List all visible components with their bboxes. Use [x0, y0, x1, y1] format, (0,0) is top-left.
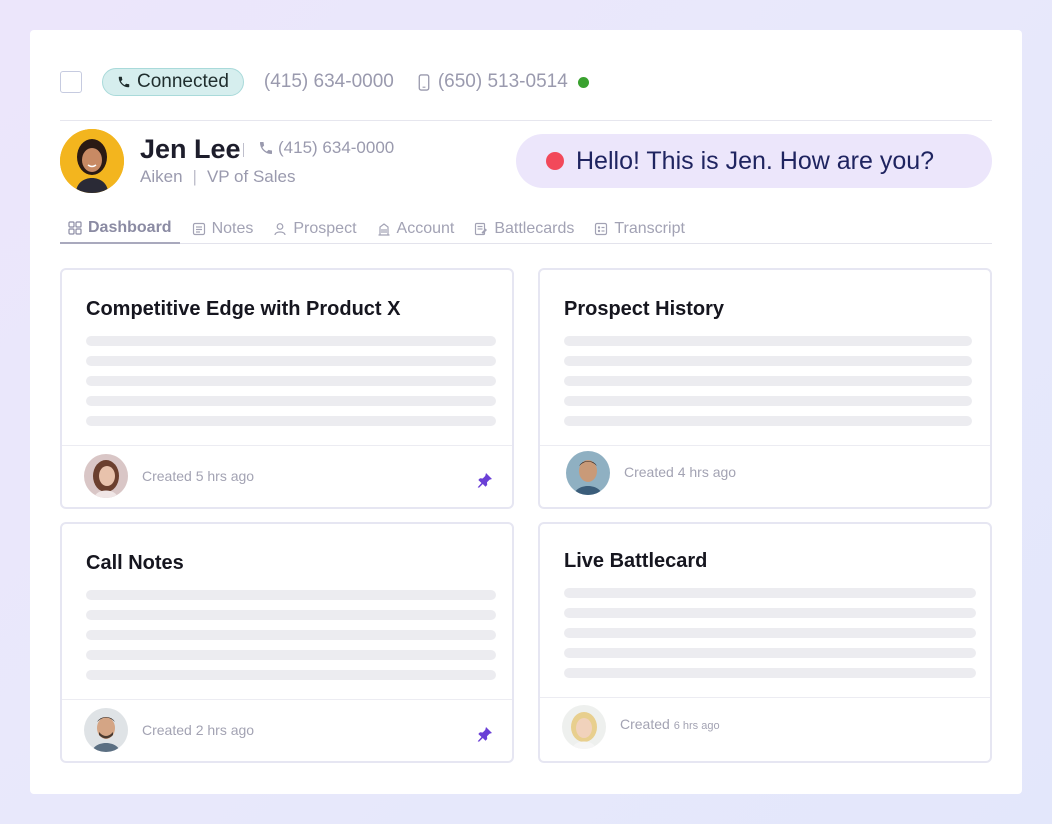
card-footer: Created 4 hrs ago — [540, 445, 990, 507]
phone-icon — [118, 76, 130, 88]
tab-label: Battlecards — [494, 220, 575, 237]
placeholder-line — [86, 670, 496, 680]
call-bar: Connected (415) 634-0000 (650) 513-0514 — [60, 68, 992, 96]
transcript-icon — [595, 222, 608, 236]
placeholder-line — [564, 608, 976, 618]
placeholder-line — [564, 628, 976, 638]
select-checkbox[interactable] — [60, 71, 82, 93]
created-time: Created 5 hrs ago — [142, 468, 255, 484]
card-title: Call Notes — [86, 552, 184, 574]
placeholder-line — [86, 610, 496, 620]
tab-bar: Dashboard Notes Prospect Account Battlec… — [60, 214, 992, 244]
card-title: Live Battlecard — [564, 550, 708, 572]
header-divider — [60, 120, 992, 121]
card-competitive-edge[interactable]: Competitive Edge with Product X Created … — [60, 268, 514, 509]
placeholder-line — [564, 416, 972, 426]
card-footer: Created 2 hrs ago — [62, 699, 512, 761]
placeholder-line — [86, 396, 496, 406]
contact-subline: Aiken | VP of Sales — [140, 167, 295, 187]
online-status-dot — [577, 76, 589, 88]
contact-phone-number: (415) 634-0000 — [278, 138, 395, 157]
building-icon — [378, 223, 390, 236]
phone-icon — [260, 142, 272, 154]
tab-battlecards[interactable]: Battlecards — [466, 214, 582, 244]
mobile-phone[interactable]: (650) 513-0514 — [438, 71, 568, 93]
contact-company: Aiken — [140, 167, 183, 186]
card-prospect-history[interactable]: Prospect History Created 4 hrs ago — [538, 268, 992, 509]
person-icon — [274, 223, 286, 236]
placeholder-line — [564, 588, 976, 598]
tab-transcript[interactable]: Transcript — [586, 214, 693, 244]
placeholder-line — [564, 376, 972, 386]
pin-icon[interactable] — [476, 725, 494, 743]
placeholder-line — [86, 336, 496, 346]
placeholder-line — [86, 650, 496, 660]
placeholder-line — [564, 648, 976, 658]
tab-label: Dashboard — [88, 219, 172, 236]
contact-phone[interactable]: (415) 634-0000 — [258, 138, 394, 158]
card-footer: Created 6 hrs ago — [540, 697, 990, 761]
primary-phone[interactable]: (415) 634-0000 — [264, 71, 394, 93]
tab-label: Notes — [211, 220, 254, 237]
connected-label: Connected — [137, 71, 229, 92]
grid-icon — [68, 221, 82, 235]
placeholder-line — [86, 376, 496, 386]
created-time: Created 2 hrs ago — [142, 722, 255, 738]
author-avatar — [84, 454, 128, 498]
document-icon — [192, 222, 205, 236]
app-frame: Connected (415) 634-0000 (650) 513-0514 … — [30, 30, 1022, 794]
tab-dashboard[interactable]: Dashboard — [60, 214, 180, 244]
placeholder-line — [86, 416, 496, 426]
transcript-text: Hello! This is Jen. How are you? — [576, 146, 935, 175]
tab-label: Account — [396, 220, 455, 237]
card-footer: Created 5 hrs ago — [62, 445, 512, 507]
tab-label: Prospect — [293, 220, 357, 237]
name-separator — [243, 143, 244, 157]
contact-title: VP of Sales — [206, 167, 296, 186]
tab-account[interactable]: Account — [369, 214, 463, 244]
recording-dot — [546, 152, 564, 170]
card-title: Competitive Edge with Product X — [86, 298, 401, 320]
author-avatar — [562, 705, 606, 749]
placeholder-line — [86, 630, 496, 640]
battlecard-icon — [475, 222, 488, 236]
tab-prospect[interactable]: Prospect — [265, 214, 364, 244]
created-time: Created 6 hrs ago — [620, 716, 720, 732]
card-live-battlecard[interactable]: Live Battlecard Created 6 hrs ago — [538, 522, 992, 763]
placeholder-line — [564, 356, 972, 366]
placeholder-line — [86, 590, 496, 600]
card-call-notes[interactable]: Call Notes Created 2 hrs ago — [60, 522, 514, 763]
live-transcript-bubble: Hello! This is Jen. How are you? — [516, 134, 992, 188]
connected-badge: Connected — [102, 68, 244, 96]
subline-separator: | — [192, 167, 197, 186]
author-avatar — [84, 708, 128, 752]
placeholder-line — [564, 668, 976, 678]
contact-avatar — [60, 129, 124, 193]
mobile-phone-icon — [418, 73, 430, 91]
contact-name: Jen Lee — [140, 134, 241, 164]
pin-icon[interactable] — [476, 471, 494, 489]
created-time: Created 4 hrs ago — [624, 464, 737, 480]
author-avatar — [566, 451, 610, 495]
placeholder-line — [564, 396, 972, 406]
tab-label: Transcript — [614, 220, 685, 237]
placeholder-line — [564, 336, 972, 346]
tab-notes[interactable]: Notes — [184, 214, 262, 244]
card-title: Prospect History — [564, 298, 725, 320]
placeholder-line — [86, 356, 496, 366]
